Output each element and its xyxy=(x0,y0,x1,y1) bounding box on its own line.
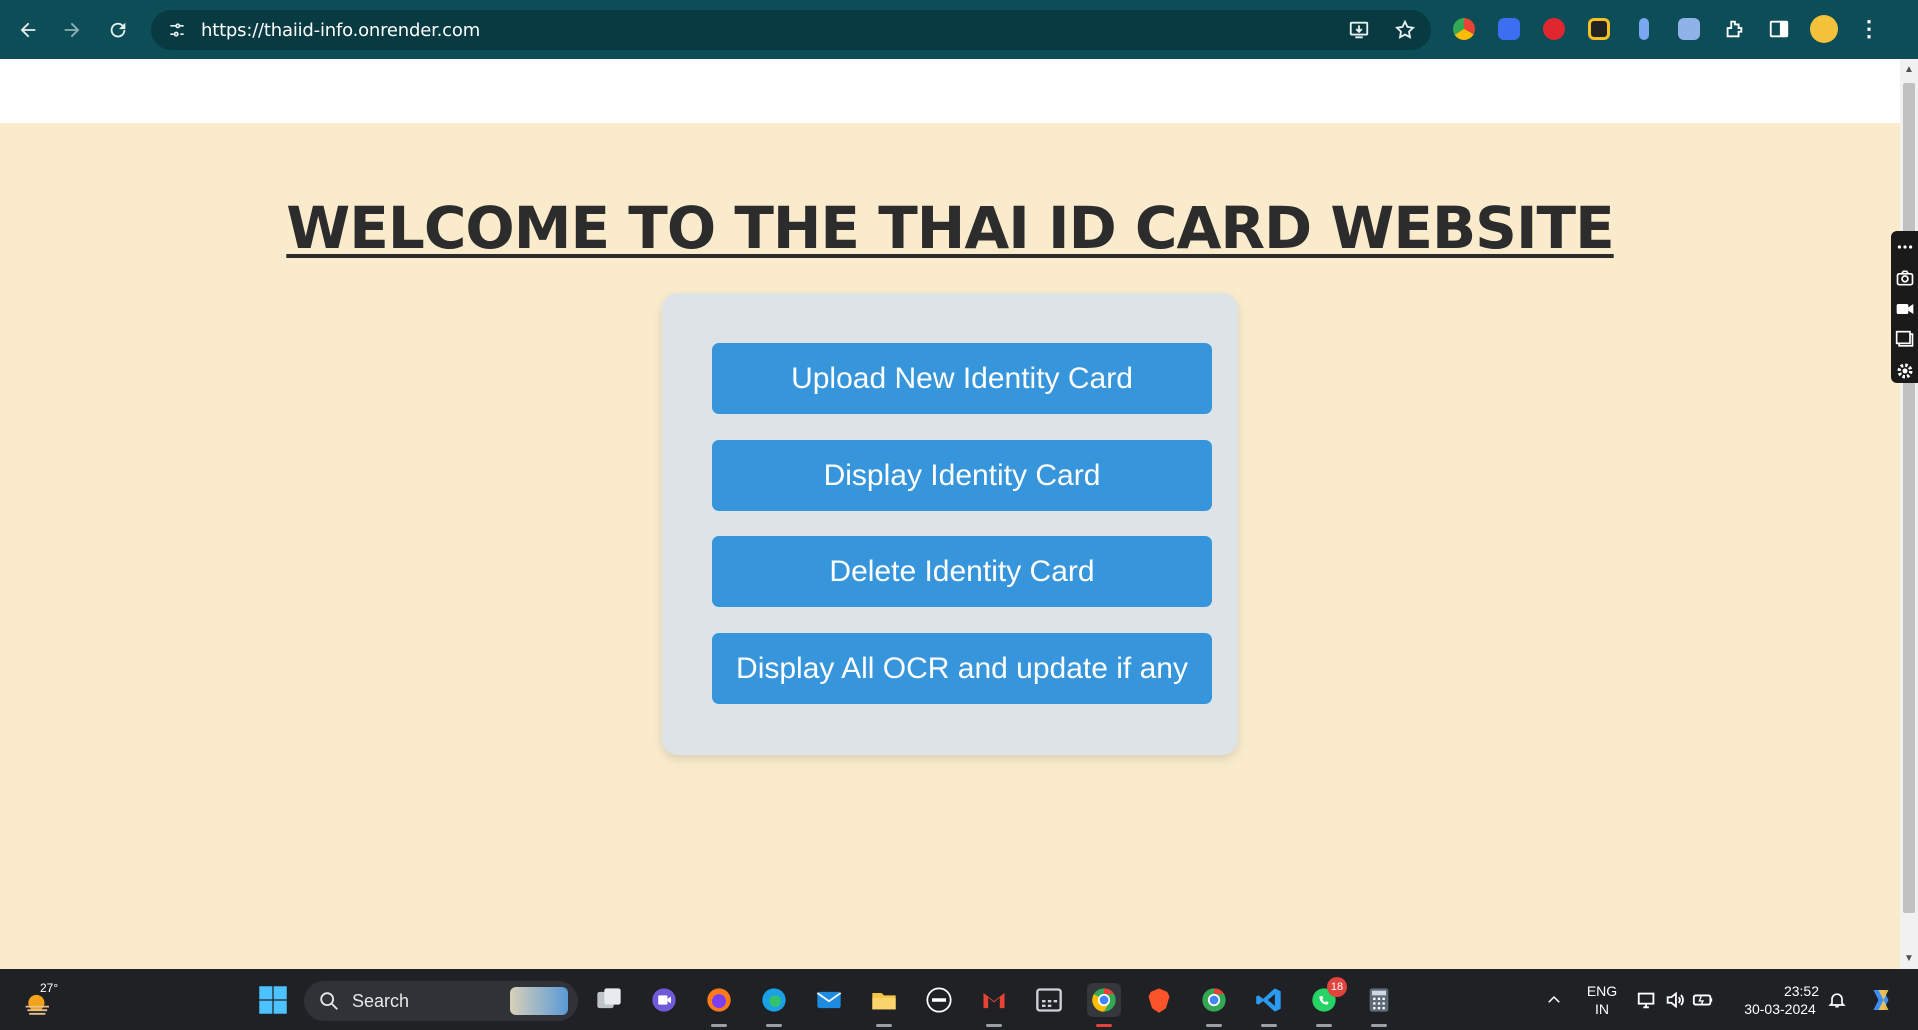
scrollbar-thumb[interactable] xyxy=(1903,83,1915,913)
taskbar-search-label: Search xyxy=(352,990,410,1011)
app-window-icon[interactable] xyxy=(1032,983,1066,1017)
site-info-icon[interactable] xyxy=(159,12,195,48)
reload-button[interactable] xyxy=(96,8,140,52)
honey-ext-icon[interactable] xyxy=(1583,13,1615,45)
upload-card-button[interactable]: Upload New Identity Card xyxy=(712,343,1212,414)
windows-taskbar: 27° Search 18 ENG IN 23:52 30-03-2024 xyxy=(0,969,1918,1030)
language-code: ENG xyxy=(1586,983,1618,999)
active-indicator xyxy=(876,1024,892,1027)
calculator-icon[interactable] xyxy=(1362,983,1396,1027)
address-bar[interactable]: https://thaiid-info.onrender.com xyxy=(151,10,1431,50)
gmail-icon[interactable] xyxy=(977,983,1011,1027)
settings-gear-icon[interactable] xyxy=(1894,360,1916,383)
active-indicator xyxy=(986,1024,1002,1027)
search-icon xyxy=(320,992,338,1010)
file-explorer-icon[interactable] xyxy=(867,983,901,1027)
region-code: IN xyxy=(1595,1001,1609,1017)
brave-icon[interactable] xyxy=(1142,983,1176,1017)
window-capture-icon[interactable] xyxy=(1894,329,1916,352)
capture-side-toolbar xyxy=(1891,231,1918,383)
stop-hand-ext-icon[interactable] xyxy=(1538,13,1570,45)
dell-icon[interactable] xyxy=(922,983,956,1017)
edge-icon[interactable] xyxy=(757,983,791,1027)
forward-button[interactable] xyxy=(50,8,94,52)
side-panel-icon[interactable] xyxy=(1763,13,1795,45)
back-arrow-icon xyxy=(20,22,36,38)
page-title: WELCOME TO THE THAI ID CARD WEBSITE xyxy=(286,194,1614,262)
nfc-ext-icon[interactable] xyxy=(1493,13,1525,45)
show-hidden-icons-chevron-icon[interactable] xyxy=(1537,983,1571,1017)
active-indicator xyxy=(1371,1024,1387,1027)
page-scrollbar[interactable]: ▲ ▼ xyxy=(1900,59,1918,969)
display-card-button[interactable]: Display Identity Card xyxy=(712,440,1212,511)
forward-arrow-icon xyxy=(64,22,80,38)
scroll-down-arrow-icon[interactable]: ▼ xyxy=(1904,954,1914,964)
teams-chat-icon[interactable] xyxy=(647,983,681,1017)
clock-time: 23:52 xyxy=(1783,983,1819,999)
weather-widget[interactable]: 27° xyxy=(22,981,62,1021)
active-indicator xyxy=(766,1024,782,1027)
firefox-icon[interactable] xyxy=(702,983,736,1027)
taskbar-search-box[interactable]: Search xyxy=(304,981,578,1021)
network-icon xyxy=(1637,992,1655,1009)
browser-toolbar: https://thaiid-info.onrender.com ⋮ xyxy=(0,0,1918,59)
reload-icon xyxy=(110,22,126,38)
search-highlight-icon xyxy=(510,987,568,1015)
clock[interactable]: 23:52 30-03-2024 xyxy=(1735,982,1825,1018)
extensions-puzzle-icon[interactable] xyxy=(1718,13,1750,45)
url-text[interactable]: https://thaiid-info.onrender.com xyxy=(201,20,480,41)
extensions-row: ⋮ xyxy=(1448,13,1885,45)
more-options-icon[interactable] xyxy=(1894,235,1916,258)
camera-icon[interactable] xyxy=(1894,266,1916,289)
copilot-icon[interactable] xyxy=(1864,983,1898,1017)
profile-avatar[interactable] xyxy=(1808,13,1840,45)
network-volume-battery-group[interactable] xyxy=(1630,983,1720,1017)
task-view-icon[interactable] xyxy=(592,983,626,1017)
delete-card-button[interactable]: Delete Identity Card xyxy=(712,536,1212,607)
notification-bell-icon[interactable] xyxy=(1820,983,1854,1017)
volume-icon xyxy=(1666,991,1684,1009)
back-button[interactable] xyxy=(6,8,50,52)
scroll-up-arrow-icon[interactable]: ▲ xyxy=(1904,65,1914,75)
video-camera-icon[interactable] xyxy=(1894,297,1916,320)
action-panel: Upload New Identity Card Display Identit… xyxy=(662,293,1238,755)
robot-ext-icon[interactable] xyxy=(1673,13,1705,45)
bookmark-star-icon[interactable] xyxy=(1389,14,1421,46)
install-app-icon[interactable] xyxy=(1343,14,1375,46)
display-all-ocr-button[interactable]: Display All OCR and update if any xyxy=(712,633,1212,704)
weather-temp: 27° xyxy=(40,981,59,995)
active-indicator xyxy=(1096,1024,1112,1027)
browser-menu-icon[interactable]: ⋮ xyxy=(1853,13,1885,45)
mail-icon[interactable] xyxy=(812,983,846,1017)
clock-date: 30-03-2024 xyxy=(1744,1001,1816,1017)
whatsapp-badge: 18 xyxy=(1327,977,1347,997)
chrome-active-icon[interactable] xyxy=(1087,983,1121,1027)
vscode-icon[interactable] xyxy=(1252,983,1286,1027)
chrome-ext-icon[interactable] xyxy=(1448,13,1480,45)
microphone-ext-icon[interactable] xyxy=(1628,13,1660,45)
page-header-strip xyxy=(0,59,1900,123)
battery-icon xyxy=(1692,994,1713,1006)
chrome-profile-icon[interactable] xyxy=(1197,983,1231,1027)
active-indicator xyxy=(1206,1024,1222,1027)
whatsapp-icon[interactable]: 18 xyxy=(1307,977,1347,1027)
active-indicator xyxy=(711,1024,727,1027)
active-indicator xyxy=(1261,1024,1277,1027)
windows-start-icon[interactable] xyxy=(256,983,290,1017)
active-indicator xyxy=(1316,1024,1332,1027)
language-indicator[interactable]: ENG IN xyxy=(1582,982,1622,1018)
